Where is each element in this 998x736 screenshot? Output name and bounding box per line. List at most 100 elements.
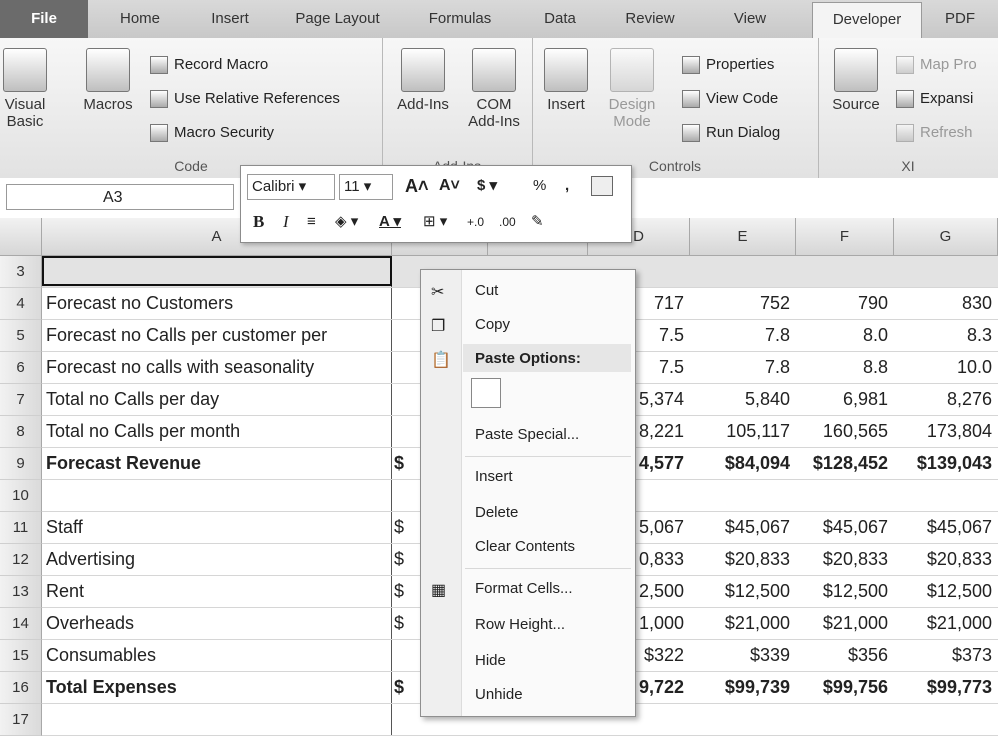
row-header[interactable]: 14 — [0, 608, 42, 640]
cell-value[interactable]: 10.0 — [894, 352, 998, 383]
menu-item-clear-contents[interactable]: Clear Contents — [475, 538, 575, 555]
format-painter-icon[interactable]: ✎ — [531, 210, 544, 234]
cell-value[interactable]: 7.8 — [690, 352, 796, 383]
record-macro-button[interactable]: Record Macro — [150, 54, 268, 76]
row-header[interactable]: 7 — [0, 384, 42, 416]
cell-value[interactable] — [690, 704, 796, 735]
cell-label[interactable]: Staff — [46, 512, 392, 543]
decrease-decimal-icon[interactable]: .00 — [499, 210, 516, 234]
currency-format-icon[interactable]: $ ▾ — [477, 174, 497, 198]
view-code-button[interactable]: View Code — [682, 88, 778, 110]
cell-value[interactable]: 160,565 — [796, 416, 894, 447]
italic-icon[interactable]: I — [283, 210, 289, 234]
cell-value[interactable] — [796, 704, 894, 735]
cell-value[interactable]: 8.8 — [796, 352, 894, 383]
font-size-box[interactable]: 11 ▾ — [339, 174, 393, 200]
cell-value[interactable] — [796, 256, 894, 287]
menu-item-hide[interactable]: Hide — [475, 652, 506, 669]
cell-value[interactable]: $20,833 — [690, 544, 796, 575]
cell-value[interactable]: $99,756 — [796, 672, 894, 703]
cell-value[interactable]: 7.8 — [690, 320, 796, 351]
addins-button[interactable]: Add-Ins — [390, 48, 456, 113]
cell-value[interactable] — [796, 480, 894, 511]
tab-page-layout[interactable]: Page Layout — [280, 2, 395, 36]
row-header[interactable]: 12 — [0, 544, 42, 576]
cell-value[interactable] — [894, 256, 998, 287]
format-painter-table-icon[interactable] — [591, 176, 613, 196]
cell-value[interactable]: $12,500 — [796, 576, 894, 607]
tab-data[interactable]: Data — [520, 2, 600, 36]
selected-cell-a3[interactable] — [42, 256, 392, 286]
cell-value[interactable]: $21,000 — [796, 608, 894, 639]
map-properties-button[interactable]: Map Pro — [896, 54, 977, 76]
macros-button[interactable]: Macros — [78, 48, 138, 113]
percent-format-icon[interactable]: % — [533, 174, 546, 198]
tab-developer[interactable]: Developer — [812, 2, 922, 39]
cell-label[interactable] — [46, 704, 392, 735]
properties-button[interactable]: Properties — [682, 54, 774, 76]
cell-value[interactable]: $21,000 — [690, 608, 796, 639]
cell-value[interactable]: 8,276 — [894, 384, 998, 415]
paste-clipboard-icon[interactable] — [471, 378, 501, 408]
cell-value[interactable]: $373 — [894, 640, 998, 671]
cell-value[interactable]: 752 — [690, 288, 796, 319]
cell-label[interactable]: Advertising — [46, 544, 392, 575]
column-header-g[interactable]: G — [894, 218, 998, 256]
font-name-box[interactable]: Calibri ▾ — [247, 174, 335, 200]
cell-value[interactable] — [894, 480, 998, 511]
cell-value[interactable]: $21,000 — [894, 608, 998, 639]
cell-value[interactable]: 6,981 — [796, 384, 894, 415]
cell-value[interactable]: $12,500 — [690, 576, 796, 607]
row-header[interactable]: 15 — [0, 640, 42, 672]
menu-item-copy[interactable]: Copy — [475, 316, 510, 333]
tab-pdf[interactable]: PDF — [930, 2, 990, 36]
cell-value[interactable]: 830 — [894, 288, 998, 319]
row-header[interactable]: 13 — [0, 576, 42, 608]
tab-view[interactable]: View — [700, 2, 800, 36]
row-header[interactable]: 9 — [0, 448, 42, 480]
cell-label[interactable]: Total no Calls per month — [46, 416, 392, 447]
menu-item-unhide[interactable]: Unhide — [475, 686, 523, 703]
visual-basic-button[interactable]: Visual Basic — [2, 48, 48, 130]
font-color-icon[interactable]: A ▾ — [379, 210, 401, 234]
cell-value[interactable]: $12,500 — [894, 576, 998, 607]
cell-label[interactable]: Forecast no Calls per customer per — [46, 320, 392, 351]
cell-label[interactable]: Forecast no Customers — [46, 288, 392, 319]
borders-icon[interactable]: ⊞ ▾ — [423, 210, 447, 234]
cell-value[interactable] — [690, 480, 796, 511]
shrink-font-icon[interactable]: A˅ — [439, 174, 460, 198]
expansion-packs-button[interactable]: Expansi — [896, 88, 973, 110]
cell-value[interactable]: $20,833 — [796, 544, 894, 575]
cell-value[interactable]: 8.3 — [894, 320, 998, 351]
column-header-e[interactable]: E — [690, 218, 796, 256]
menu-item-delete[interactable]: Delete — [475, 504, 518, 521]
tab-formulas[interactable]: Formulas — [410, 2, 510, 36]
cell-value[interactable]: $339 — [690, 640, 796, 671]
grow-font-icon[interactable]: A˄ — [405, 174, 429, 198]
tab-review[interactable]: Review — [605, 2, 695, 36]
cell-label[interactable]: Total no Calls per day — [46, 384, 392, 415]
source-button[interactable]: Source — [828, 48, 884, 113]
cell-value[interactable]: 105,117 — [690, 416, 796, 447]
cell-label[interactable]: Overheads — [46, 608, 392, 639]
tab-file[interactable]: File — [0, 0, 88, 38]
com-addins-button[interactable]: COM Add-Ins — [462, 48, 526, 130]
refresh-data-button[interactable]: Refresh — [896, 122, 973, 144]
row-header[interactable]: 8 — [0, 416, 42, 448]
increase-decimal-icon[interactable]: +.0 — [467, 210, 484, 234]
row-header[interactable]: 16 — [0, 672, 42, 704]
menu-item-row-height[interactable]: Row Height... — [475, 616, 565, 633]
row-header[interactable]: 11 — [0, 512, 42, 544]
cell-value[interactable]: $99,739 — [690, 672, 796, 703]
cell-value[interactable]: $45,067 — [894, 512, 998, 543]
name-box[interactable]: A3 — [6, 184, 234, 210]
cell-value[interactable]: $128,452 — [796, 448, 894, 479]
menu-item-paste-special[interactable]: Paste Special... — [475, 426, 579, 443]
menu-item-format-cells[interactable]: Format Cells... — [475, 580, 573, 597]
cell-label[interactable]: Total Expenses — [46, 672, 392, 703]
column-header-f[interactable]: F — [796, 218, 894, 256]
cell-value[interactable]: $45,067 — [796, 512, 894, 543]
tab-insert[interactable]: Insert — [190, 2, 270, 36]
cell-label[interactable] — [46, 480, 392, 511]
row-header[interactable]: 10 — [0, 480, 42, 512]
